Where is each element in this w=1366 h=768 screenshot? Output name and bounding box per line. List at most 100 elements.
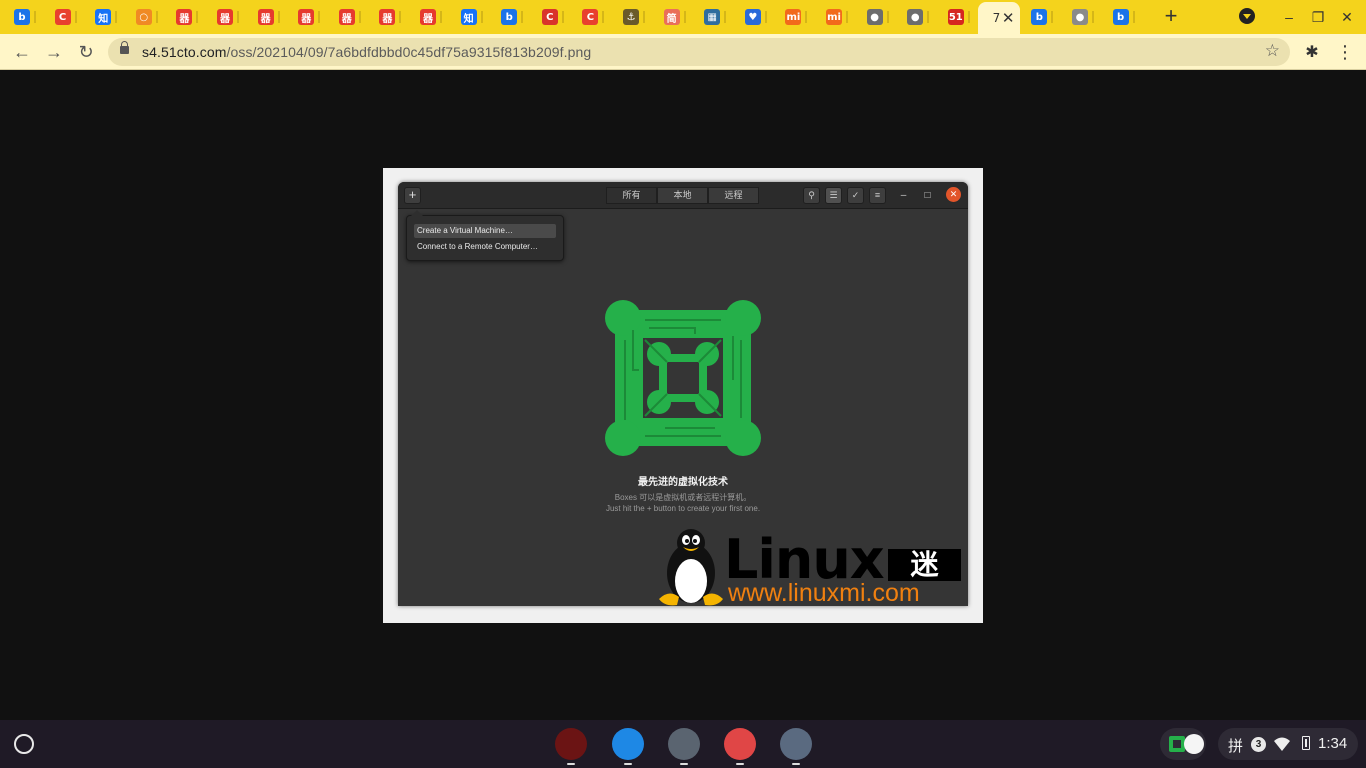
tab-separator [886,11,889,23]
tab-separator [602,11,605,23]
tab-red-7[interactable]: 器 [410,3,450,31]
tab-separator [74,11,77,23]
status-area[interactable]: 拼 3 1:34 [1218,728,1358,760]
tab-globe-1[interactable]: ● [857,3,897,31]
zhihu-favicon-icon: 知 [95,9,112,25]
address-bar[interactable]: s4.51cto.com/oss/202104/09/7a6bdfdbbd0c4… [108,38,1290,66]
list-view-icon[interactable]: ☰ [825,187,842,204]
select-icon[interactable]: ✓ [847,187,864,204]
boxes-minimize-icon[interactable]: – [895,187,912,204]
boxes-tab-local[interactable]: 本地 [657,187,708,204]
tab-misc[interactable]: ⚓ [613,3,653,31]
boxes-tab-remote[interactable]: 远程 [708,187,759,204]
tab-separator [521,11,524,23]
tab-globe-3[interactable]: ● [1062,3,1102,31]
bookmark-star-icon[interactable]: ☆ [1265,41,1280,61]
minimize-icon[interactable]: – [1278,6,1300,28]
screenshot-image: + 所有 本地 远程 ⚲ ☰ ✓ ≡ – □ ✕ Create a Virtua… [383,168,983,623]
tab-separator [846,11,848,23]
tab-red-4[interactable]: 器 [288,3,328,31]
tab-red-3[interactable]: 器 [248,3,288,31]
holding-space-tray[interactable] [1160,728,1206,760]
watermark-url: www.linuxmi.com [728,579,920,606]
browser-menu-icon[interactable]: ⋮ [1336,40,1354,64]
tab-oval[interactable]: ○ [126,3,166,31]
tab-bing[interactable]: b [4,3,44,31]
tab-separator [683,11,686,23]
boxes-new-button[interactable]: + [404,187,421,204]
tab-xiaomi-1[interactable]: mi [775,3,815,31]
boxes-tab-all[interactable]: 所有 [606,187,657,204]
csdn-2-favicon-icon: C [541,9,558,25]
tab-search-icon[interactable] [1239,8,1255,24]
shelf-app-settings-icon[interactable] [780,728,812,765]
tab-separator [805,11,808,23]
tab-xiaomi-2[interactable]: mi [816,3,856,31]
launcher-icon[interactable] [14,734,34,754]
tab-separator [399,11,402,23]
boxes-close-icon[interactable]: ✕ [946,187,961,202]
back-icon[interactable]: ← [9,39,35,65]
browser-toolbar: ← → ↻ s4.51cto.com/oss/202104/09/7a6bdfd… [0,34,1366,70]
tab-image[interactable]: ▦ [694,3,734,31]
boxes-empty-subtitle-2: Just hit the + button to create your fir… [605,504,761,513]
clock-time: 1:34 [1318,735,1348,752]
notification-count-badge: 3 [1251,737,1266,752]
battery-icon [1302,736,1310,750]
search-icon[interactable]: ⚲ [803,187,820,204]
url-text[interactable]: s4.51cto.com/oss/202104/09/7a6bdfdbbd0c4… [142,44,591,60]
lock-icon [120,41,129,54]
shelf-app-files-icon[interactable] [612,728,644,765]
tab-zhihu[interactable]: 知 [85,3,125,31]
restore-icon[interactable]: ❐ [1307,6,1329,28]
tab-separator [318,11,321,23]
tab-active[interactable]: 7 ✕ [978,2,1021,34]
51cto-favicon-icon: 51 [947,9,964,25]
forward-icon[interactable]: → [41,39,67,65]
tab-red-5[interactable]: 器 [329,3,369,31]
tab-bing-4[interactable]: b [1103,3,1143,31]
stylus-icon [1184,734,1204,754]
shelf-app-terminal-icon[interactable] [668,728,700,765]
new-tab-button[interactable]: + [1160,5,1182,27]
tab-csdn[interactable]: C [45,3,85,31]
tab-separator [927,11,930,23]
reload-icon[interactable]: ↻ [73,39,99,65]
tab-red-1[interactable]: 器 [166,3,206,31]
close-window-icon[interactable]: ✕ [1336,6,1358,28]
tab-red-6[interactable]: 器 [369,3,409,31]
red-1-favicon-icon: 器 [176,9,193,25]
tab-red-2[interactable]: 器 [207,3,247,31]
ime-indicator: 拼 [1228,738,1244,755]
boxes-window: + 所有 本地 远程 ⚲ ☰ ✓ ≡ – □ ✕ Create a Virtua… [398,182,968,606]
bing-4-favicon-icon: b [1112,9,1129,25]
red-5-favicon-icon: 器 [338,9,355,25]
tab-csdn-2[interactable]: C [532,3,572,31]
tab-bing-2[interactable]: b [491,3,531,31]
close-tab-icon[interactable]: ✕ [1002,9,1015,27]
tab-bing-3[interactable]: b [1021,3,1061,31]
shelf-app-chrome-icon[interactable] [555,728,587,765]
tab-separator [764,11,767,23]
heart-favicon-icon: ♥ [744,9,761,25]
csdn-favicon-icon: C [54,9,71,25]
boxes-empty-title: 最先进的虚拟化技术 [638,477,728,488]
extensions-icon[interactable]: ✱ [1302,42,1322,62]
tab-heart[interactable]: ♥ [735,3,775,31]
connect-remote-item[interactable]: Connect to a Remote Computer… [414,240,556,254]
tab-separator [643,11,645,23]
tab-zhihu-2[interactable]: 知 [451,3,491,31]
tab-jianshu[interactable]: 简 [654,3,694,31]
menu-icon[interactable]: ≡ [869,187,886,204]
misc-favicon-icon: ⚓ [623,9,639,25]
tab-globe-2[interactable]: ● [897,3,937,31]
shelf-app-text-icon[interactable] [724,728,756,765]
bing-2-favicon-icon: b [501,9,518,25]
tab-csdn-3[interactable]: C [572,3,612,31]
boxes-empty-subtitle-1: Boxes 可以是虚拟机或者远程计算机。 [614,493,752,502]
tab-51cto[interactable]: 51 [938,3,978,31]
tab-separator [237,11,239,23]
boxes-maximize-icon[interactable]: □ [919,187,936,204]
boxes-header: + 所有 本地 远程 ⚲ ☰ ✓ ≡ – □ ✕ [398,182,968,209]
create-vm-item[interactable]: Create a Virtual Machine… [414,224,556,238]
